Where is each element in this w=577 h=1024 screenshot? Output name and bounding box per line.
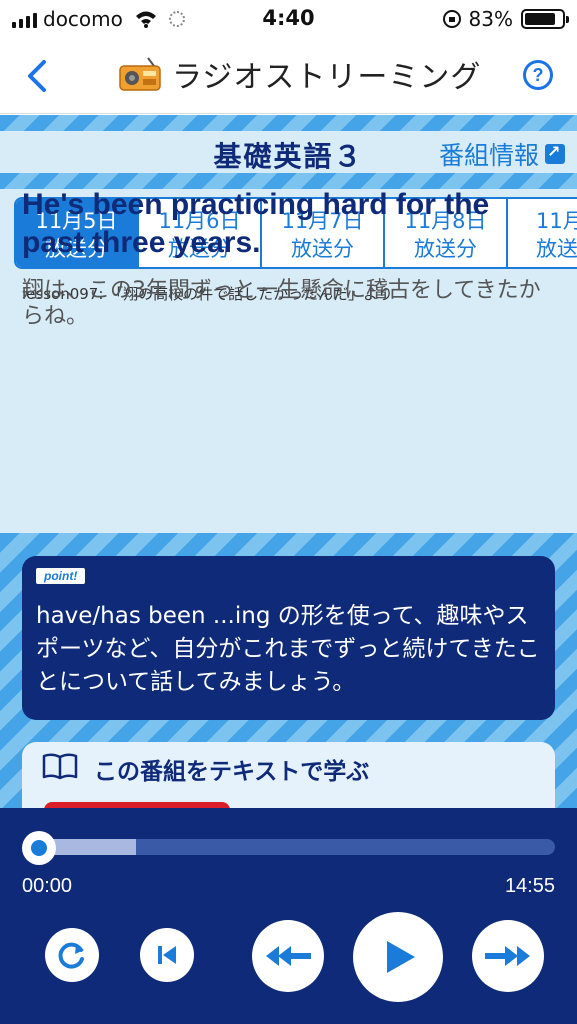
- point-text: have/has been ...ing の形を使って、趣味やスポーツなど、自分…: [36, 603, 540, 695]
- back-button[interactable]: [22, 56, 58, 96]
- play-button[interactable]: [353, 912, 443, 1002]
- play-icon: [387, 941, 415, 973]
- japanese-sentence: 翔は、この3年間ずっと一生懸命に稽古をしてきたからね。: [22, 278, 541, 329]
- point-card: point! have/has been ...ing の形を使って、趣味やスポ…: [22, 556, 555, 720]
- fast-forward-icon: [485, 946, 530, 966]
- nav-title: ラジオストリーミング: [118, 52, 481, 96]
- skip-back-icon: [158, 946, 176, 964]
- battery-icon: [521, 9, 569, 29]
- radio-icon: [119, 57, 161, 91]
- progress-bar[interactable]: [24, 839, 555, 855]
- status-bar: docomo 4:40 83%: [0, 0, 577, 40]
- external-link-icon: [545, 142, 565, 164]
- program-info-link[interactable]: 番組情報: [439, 136, 565, 172]
- book-icon: [42, 753, 78, 780]
- program-info-label: 番組情報: [438, 141, 539, 170]
- current-time: 00:00: [22, 875, 73, 897]
- rotation-lock-icon: [442, 10, 461, 28]
- skip-to-start-button[interactable]: [140, 928, 194, 982]
- english-sentence: He's been practicing hard for the past t…: [22, 188, 490, 259]
- study-with-text-label: この番組をテキストで学ぶ: [94, 759, 370, 785]
- fast-forward-button[interactable]: [472, 920, 544, 992]
- repeat-icon: [58, 942, 84, 969]
- program-header: 基礎英語３ 番組情報: [0, 131, 577, 173]
- repeat-button[interactable]: [45, 928, 99, 982]
- page-title: ラジオストリーミング: [172, 60, 482, 95]
- nav-bar: ラジオストリーミング ?: [0, 40, 577, 114]
- total-time: 14:55: [504, 875, 555, 897]
- help-button[interactable]: ?: [523, 60, 553, 90]
- rewind-button[interactable]: [252, 920, 324, 992]
- rewind-icon: [266, 946, 311, 966]
- audio-player: 00:00 14:55: [0, 808, 577, 1024]
- progress-handle[interactable]: [22, 831, 56, 865]
- battery-percent: 83%: [468, 7, 513, 31]
- stripe-divider: [0, 115, 577, 131]
- point-badge: point!: [36, 568, 86, 584]
